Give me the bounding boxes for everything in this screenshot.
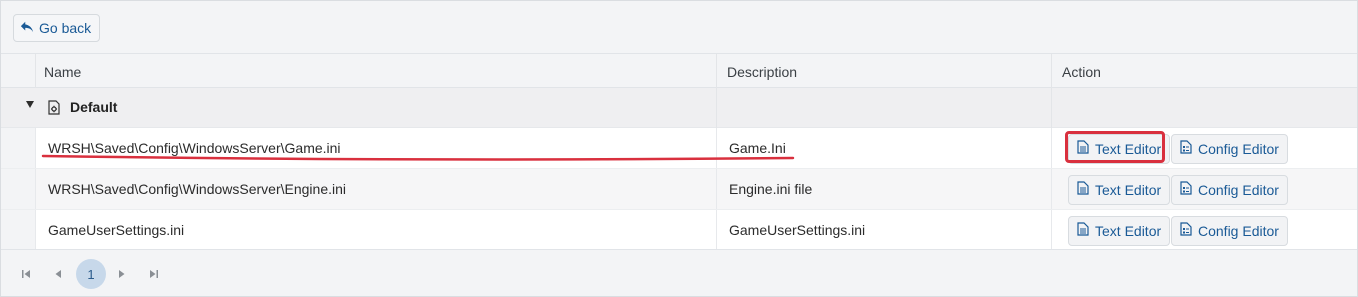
- toolbar: Go back: [1, 1, 1357, 53]
- column-header-description[interactable]: Description: [716, 54, 1051, 88]
- document-icon: [1077, 135, 1089, 163]
- config-editor-label: Config Editor: [1198, 223, 1279, 239]
- config-form-icon: [1180, 217, 1192, 245]
- go-back-button[interactable]: Go back: [13, 14, 101, 42]
- row-gutter: [1, 169, 35, 209]
- column-divider: [1051, 88, 1052, 128]
- document-icon: [1077, 217, 1089, 245]
- row-actions: Text Editor Config Editor: [1051, 169, 1357, 209]
- config-file-icon: [48, 100, 60, 115]
- app-frame: Go back Name Description Action Default …: [0, 0, 1358, 297]
- table-row[interactable]: WRSH\Saved\Config\WindowsServer\Engine.i…: [1, 169, 1357, 210]
- text-editor-button[interactable]: Text Editor: [1068, 175, 1171, 205]
- table-row[interactable]: WRSH\Saved\Config\WindowsServer\Game.ini…: [1, 128, 1357, 169]
- group-row-default[interactable]: Default: [1, 88, 1357, 128]
- row-gutter: [1, 128, 35, 168]
- config-editor-button[interactable]: Config Editor: [1171, 134, 1288, 164]
- column-header-action[interactable]: Action: [1051, 54, 1357, 88]
- pager: 1: [1, 249, 1357, 296]
- text-editor-button[interactable]: Text Editor: [1068, 216, 1171, 246]
- row-gutter: [1, 210, 35, 250]
- document-icon: [1077, 176, 1089, 204]
- page-number-button[interactable]: 1: [76, 259, 106, 289]
- text-editor-label: Text Editor: [1095, 141, 1162, 157]
- first-page-icon[interactable]: [12, 260, 40, 288]
- text-editor-button[interactable]: Text Editor: [1068, 134, 1171, 164]
- row-name: GameUserSettings.ini: [35, 210, 716, 250]
- config-form-icon: [1180, 176, 1192, 204]
- next-page-icon[interactable]: [108, 260, 136, 288]
- go-back-label: Go back: [39, 20, 92, 36]
- row-description: Engine.ini file: [716, 169, 1051, 209]
- row-description: GameUserSettings.ini: [716, 210, 1051, 250]
- group-title: Default: [70, 99, 118, 115]
- row-name: WRSH\Saved\Config\WindowsServer\Game.ini: [35, 128, 716, 168]
- table-row[interactable]: GameUserSettings.ini GameUserSettings.in…: [1, 210, 1357, 251]
- text-editor-label: Text Editor: [1095, 182, 1162, 198]
- grid-header: Name Description Action: [1, 53, 1357, 88]
- config-editor-label: Config Editor: [1198, 182, 1279, 198]
- back-arrow-icon: [20, 20, 34, 37]
- row-name: WRSH\Saved\Config\WindowsServer\Engine.i…: [35, 169, 716, 209]
- column-header-name[interactable]: Name: [35, 54, 716, 88]
- config-editor-button[interactable]: Config Editor: [1171, 216, 1288, 246]
- column-divider: [716, 88, 717, 128]
- collapse-caret-icon[interactable]: [26, 101, 34, 108]
- config-editor-button[interactable]: Config Editor: [1171, 175, 1288, 205]
- last-page-icon[interactable]: [140, 260, 168, 288]
- row-actions: Text Editor Config Editor: [1051, 210, 1357, 250]
- config-form-icon: [1180, 135, 1192, 163]
- config-editor-label: Config Editor: [1198, 141, 1279, 157]
- row-actions: Text Editor Config Editor: [1051, 128, 1357, 168]
- row-description: Game.Ini: [716, 128, 1051, 168]
- text-editor-label: Text Editor: [1095, 223, 1162, 239]
- prev-page-icon[interactable]: [44, 260, 72, 288]
